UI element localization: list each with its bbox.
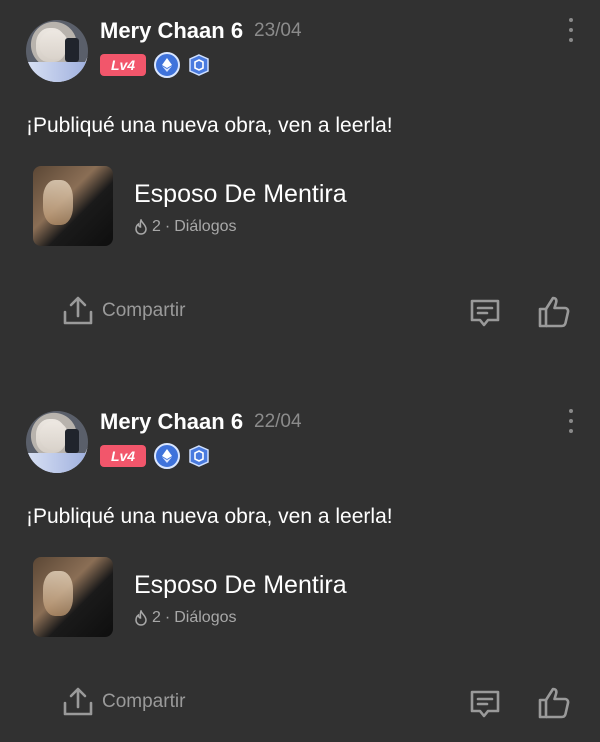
author-name[interactable]: Mery Chaan 6 bbox=[100, 18, 243, 44]
work-genre: Diálogos bbox=[174, 218, 237, 235]
work-title[interactable]: Esposo De Mentira bbox=[134, 571, 347, 600]
separator: · bbox=[164, 609, 171, 626]
work-meta: 2 · Diálogos bbox=[134, 609, 237, 627]
post-message: ¡Publiqué una nueva obra, ven a leerla! bbox=[26, 114, 393, 137]
share-label: Compartir bbox=[102, 300, 186, 321]
post-date: 23/04 bbox=[254, 20, 302, 41]
fire-icon bbox=[135, 610, 147, 626]
ethereum-badge-icon bbox=[154, 443, 180, 469]
post: Mery Chaan 6 23/04 Lv4 ¡Publiqué una nue… bbox=[0, 0, 600, 391]
badges: Lv4 bbox=[100, 52, 210, 78]
level-badge: Lv4 bbox=[100, 54, 146, 76]
post-message: ¡Publiqué una nueva obra, ven a leerla! bbox=[26, 505, 393, 528]
shield-badge-icon bbox=[188, 445, 210, 467]
thumbs-up-icon[interactable] bbox=[536, 685, 572, 721]
work-chapter-count: 2 bbox=[152, 609, 161, 626]
avatar[interactable] bbox=[26, 20, 88, 82]
share-icon bbox=[63, 296, 93, 325]
share-label: Compartir bbox=[102, 691, 186, 712]
fire-icon bbox=[135, 219, 147, 235]
work-title[interactable]: Esposo De Mentira bbox=[134, 180, 347, 209]
share-button[interactable]: Compartir bbox=[62, 687, 185, 717]
thumbs-up-icon[interactable] bbox=[536, 294, 572, 330]
more-vertical-icon[interactable] bbox=[566, 18, 576, 42]
more-vertical-icon[interactable] bbox=[566, 409, 576, 433]
level-badge: Lv4 bbox=[100, 445, 146, 467]
avatar[interactable] bbox=[26, 411, 88, 473]
work-cover[interactable] bbox=[33, 166, 113, 246]
badges: Lv4 bbox=[100, 443, 210, 469]
work-cover[interactable] bbox=[33, 557, 113, 637]
author-name[interactable]: Mery Chaan 6 bbox=[100, 409, 243, 435]
share-icon bbox=[63, 687, 93, 716]
post-date: 22/04 bbox=[254, 411, 302, 432]
post: Mery Chaan 6 22/04 Lv4 ¡Publiqué una nue… bbox=[0, 391, 600, 742]
work-genre: Diálogos bbox=[174, 609, 237, 626]
work-meta: 2 · Diálogos bbox=[134, 218, 237, 236]
comment-icon[interactable] bbox=[468, 296, 502, 330]
separator: · bbox=[164, 218, 171, 235]
comment-icon[interactable] bbox=[468, 687, 502, 721]
shield-badge-icon bbox=[188, 54, 210, 76]
work-chapter-count: 2 bbox=[152, 218, 161, 235]
share-button[interactable]: Compartir bbox=[62, 296, 185, 326]
ethereum-badge-icon bbox=[154, 52, 180, 78]
